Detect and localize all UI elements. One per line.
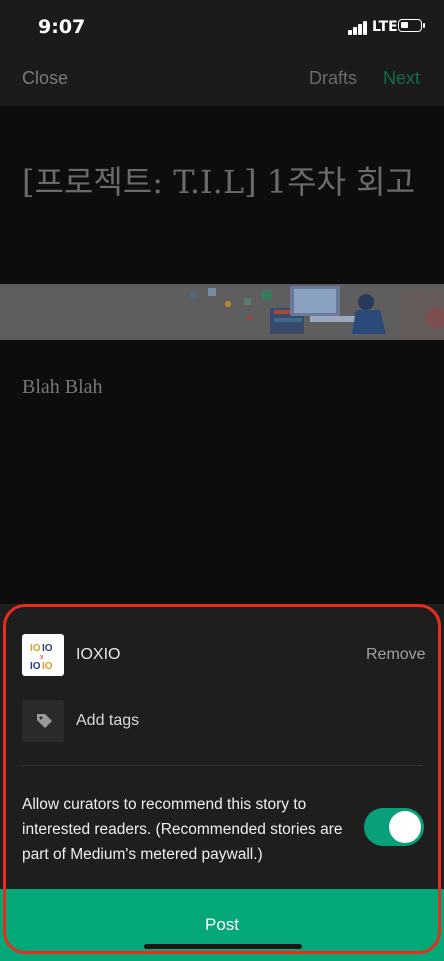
svg-text:IO: IO: [30, 661, 41, 672]
tag-icon-box[interactable]: [22, 700, 64, 742]
network-label: LTE: [372, 19, 398, 35]
top-nav: Close Drafts Next: [0, 54, 444, 106]
cover-image[interactable]: [0, 284, 444, 340]
post-button[interactable]: Post: [0, 889, 444, 961]
next-button[interactable]: Next: [383, 68, 420, 89]
curation-toggle[interactable]: [364, 808, 424, 846]
battery-icon: [398, 19, 425, 32]
status-bar: 9:07 LTE: [0, 0, 444, 54]
divider: [22, 765, 422, 766]
story-title[interactable]: [프로젝트: T.I.L] 1주차 회고: [22, 158, 422, 206]
tag-icon: [37, 714, 52, 728]
publication-logo: IO IO x IO IO: [22, 634, 64, 676]
svg-text:IO: IO: [30, 643, 41, 654]
home-indicator: [144, 944, 302, 949]
curation-description: Allow curators to recommend this story t…: [22, 796, 343, 863]
svg-text:x: x: [40, 654, 44, 661]
cover-illustration: [0, 284, 444, 340]
publication-name: IOXIO: [76, 646, 121, 663]
signal-icon: [348, 21, 370, 35]
close-button[interactable]: Close: [22, 68, 68, 89]
add-tags-button[interactable]: Add tags: [76, 712, 139, 730]
story-body[interactable]: Blah Blah: [22, 376, 103, 399]
svg-text:IO: IO: [42, 661, 53, 672]
svg-text:IO: IO: [42, 643, 53, 654]
drafts-button[interactable]: Drafts: [309, 68, 357, 89]
ioxio-logo-icon: IO IO x IO IO: [30, 643, 53, 672]
toggle-knob: [389, 811, 421, 843]
remove-button[interactable]: Remove: [366, 646, 426, 664]
status-time: 9:07: [38, 16, 86, 38]
